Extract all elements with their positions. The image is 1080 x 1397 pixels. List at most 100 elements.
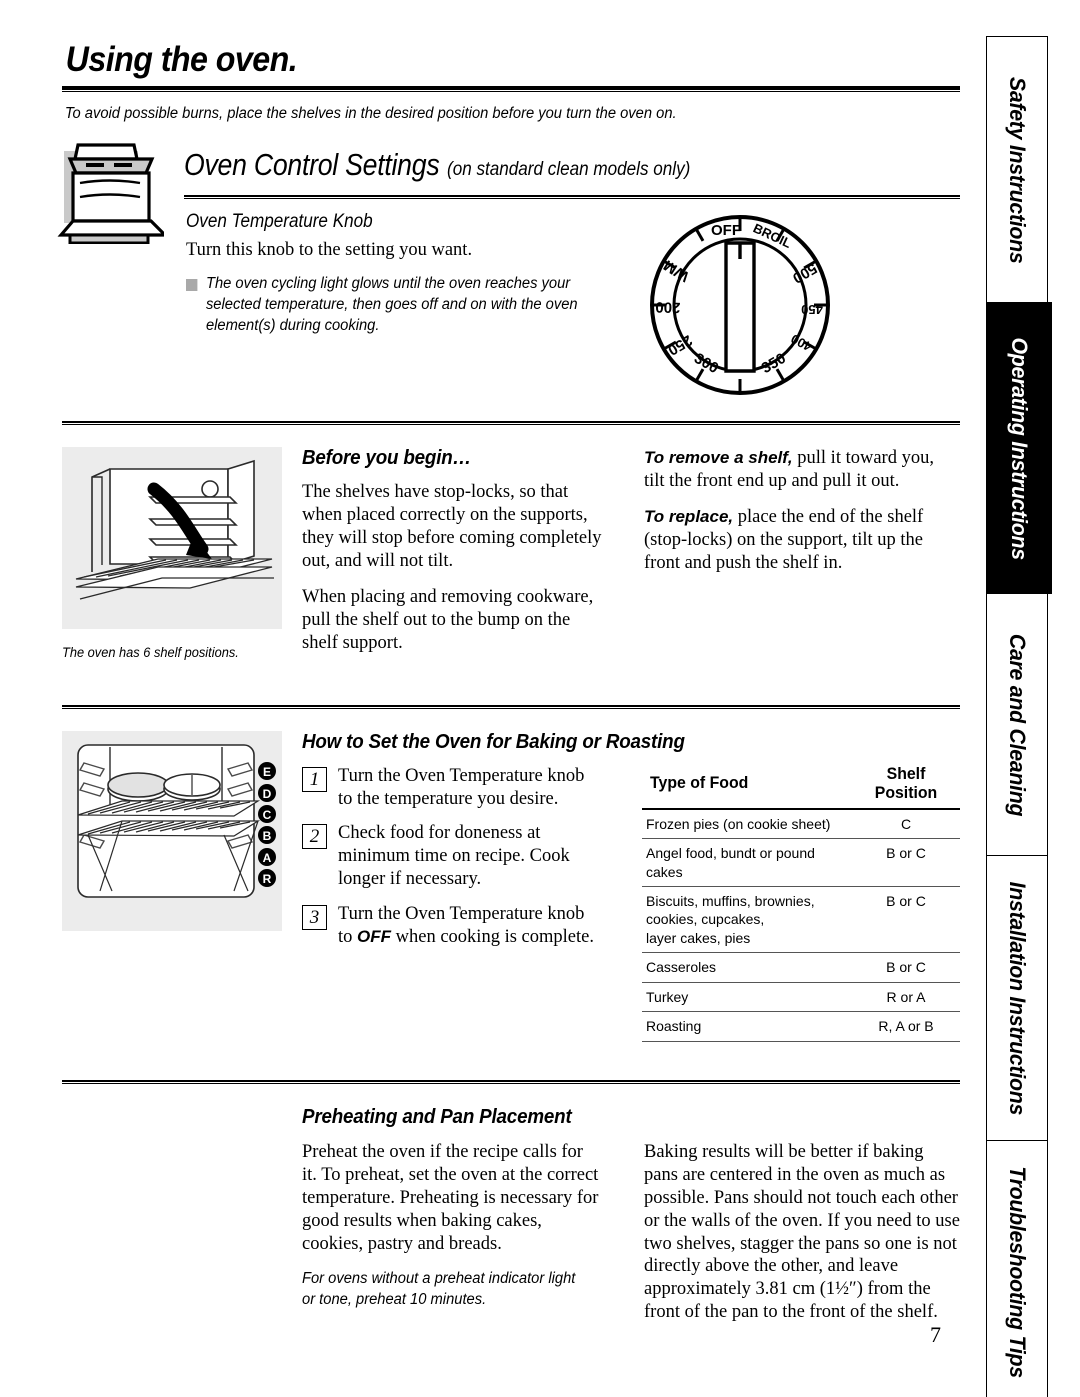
step-number: 3 (302, 905, 327, 931)
tab-operating-instructions[interactable]: Operating Instructions (986, 302, 1052, 595)
before-begin-left-column: Before you begin… The shelves have stop-… (302, 447, 602, 655)
step-number: 2 (302, 824, 327, 850)
pan-placement-para: Baking results will be better if baking … (644, 1141, 960, 1323)
baking-title: How to Set the Oven for Baking or Roasti… (302, 730, 685, 753)
cell-position: R or A (852, 982, 960, 1013)
tab-troubleshooting-tips[interactable]: Troubleshooting Tips (986, 1139, 1048, 1397)
step-number: 1 (302, 766, 327, 792)
divider-before-begin (62, 421, 960, 425)
tab-label: Operating Instructions (1007, 337, 1032, 560)
main-content: Using the oven. To avoid possible burns,… (57, 40, 960, 1325)
cell-position: R, A or B (852, 1011, 960, 1042)
tab-label: Safety Instructions (1005, 76, 1030, 264)
tab-safety-instructions[interactable]: Safety Instructions (986, 36, 1048, 304)
figure-caption: The oven has 6 shelf positions. (62, 645, 239, 660)
cell-position: C (852, 808, 960, 840)
page-number: 7 (930, 1322, 941, 1347)
replace-shelf-lead: To replace, (644, 506, 734, 526)
tab-installation-instructions[interactable]: Installation Instructions (986, 855, 1048, 1142)
baking-steps: 1 Turn the Oven Temperature knob to the … (302, 765, 600, 1042)
cell-position: B or C (852, 886, 960, 954)
preheating-left-column: Preheat the oven if the recipe calls for… (302, 1141, 602, 1325)
divider-before-preheating (62, 1079, 960, 1084)
step-text: Check food for doneness at minimum time … (338, 823, 570, 890)
knob-heading: Oven Temperature Knob (186, 211, 373, 232)
step-row: 3 Turn the Oven Temperature knob to OFF … (302, 903, 600, 949)
before-you-begin-title: Before you begin… (302, 447, 472, 469)
cell-food: Frozen pies (on cookie sheet) (642, 808, 852, 840)
section-header-rule (184, 195, 960, 199)
shelf-stoplock-figure: The oven has 6 shelf positions. (62, 447, 282, 660)
preheating-block: Preheating and Pan Placement Preheat the… (302, 1106, 960, 1325)
svg-text:C: C (263, 808, 272, 822)
section-header-text: Oven Control Settings (on standard clean… (184, 147, 717, 183)
tab-label: Installation Instructions (1005, 881, 1030, 1115)
shelf-positions-illustration: E D C B A R (62, 730, 282, 931)
step-text: Turn the Oven Temperature knob to OFF wh… (338, 903, 600, 949)
tab-label: Care and Cleaning (1005, 633, 1030, 817)
before-begin-para-1: The shelves have stop-locks, so that whe… (302, 482, 602, 571)
preheating-note-text: For ovens without a preheat indicator li… (302, 1270, 576, 1309)
knob-bullet-text: The oven cycling light glows until the o… (205, 275, 578, 334)
table-row: Roasting R, A or B (642, 1011, 960, 1042)
step-text: Turn the Oven Temperature knob to the te… (338, 765, 585, 809)
oven-temperature-knob-block: Oven Temperature Knob Turn this knob to … (62, 211, 960, 401)
step-bold-lead: OFF (357, 927, 392, 947)
preheating-right-column: Baking results will be better if baking … (644, 1141, 960, 1325)
lead-warning-note: To avoid possible burns, place the shelv… (64, 105, 677, 122)
tab-care-and-cleaning[interactable]: Care and Cleaning (986, 592, 1048, 857)
shelf-positions-figure: E D C B A R (62, 730, 282, 936)
title-divider (62, 86, 960, 92)
divider-before-baking (62, 704, 960, 709)
table-row: Casseroles B or C (642, 952, 960, 983)
shelf-position-table: Type of Food Shelf Position Frozen pies … (642, 764, 960, 1042)
header-shelf-position: Shelf Position (854, 764, 958, 810)
before-you-begin-block: The oven has 6 shelf positions. Before y… (62, 447, 960, 660)
svg-text:A: A (263, 851, 272, 865)
section-header-sub: (on standard clean models only) (446, 159, 691, 180)
tab-label: Troubleshooting Tips (1005, 1165, 1030, 1378)
remove-shelf-para: To remove a shelf, pull it toward you, t… (644, 447, 944, 493)
header-type-of-food: Type of Food (646, 764, 848, 810)
table-row: Biscuits, muffins, brownies, cookies, cu… (642, 886, 960, 954)
page-title: Using the oven. (65, 40, 298, 79)
cell-position: B or C (852, 952, 960, 983)
before-you-begin-columns: Before you begin… The shelves have stop-… (302, 447, 960, 655)
remove-shelf-lead: To remove a shelf, (644, 448, 793, 467)
table-row: Turkey R or A (642, 982, 960, 1013)
before-begin-para-2: When placing and removing cookware, pull… (302, 586, 594, 653)
knob-intro: Turn this knob to the setting you want. (186, 240, 473, 260)
knob-bullet-note: The oven cycling light glows until the o… (186, 274, 585, 336)
before-begin-right-column: To remove a shelf, pull it toward you, t… (644, 447, 944, 655)
svg-text:B: B (263, 829, 272, 843)
svg-text:E: E (263, 765, 271, 779)
step-row: 1 Turn the Oven Temperature knob to the … (302, 765, 600, 811)
replace-shelf-para: To replace, place the end of the shelf (… (644, 506, 944, 575)
svg-text:D: D (263, 787, 272, 801)
preheating-note: For ovens without a preheat indicator li… (302, 1269, 587, 1310)
knob-text-column: Oven Temperature Knob Turn this knob to … (62, 211, 578, 336)
preheating-para: Preheat the oven if the recipe calls for… (302, 1141, 599, 1254)
section-tabs: Safety Instructions Operating Instructio… (986, 36, 1052, 1397)
svg-text:R: R (263, 872, 272, 886)
table-header-row: Type of Food Shelf Position (642, 764, 960, 810)
cell-food: Biscuits, muffins, brownies, cookies, cu… (642, 886, 852, 954)
cell-food: Roasting (642, 1011, 852, 1042)
shelf-position-table-wrap: Type of Food Shelf Position Frozen pies … (642, 764, 960, 1042)
preheating-title: Preheating and Pan Placement (302, 1105, 572, 1128)
baking-roasting-block: E D C B A R How to Set the Oven for Baki… (62, 730, 960, 1042)
oven-control-settings-header: Oven Control Settings (on standard clean… (57, 143, 960, 244)
cell-food: Casseroles (642, 952, 852, 983)
cell-food: Angel food, bundt or pound cakes (642, 838, 852, 887)
table-row: Frozen pies (on cookie sheet) C (642, 808, 960, 840)
cell-food: Turkey (642, 982, 852, 1013)
shelf-stoplock-illustration (62, 447, 282, 629)
oven-temperature-dial[interactable]: OFF BROIL 500 450 400 350 300 250 200 WM (634, 205, 846, 405)
manual-page: Using the oven. To avoid possible burns,… (0, 0, 1080, 1397)
table-row: Angel food, bundt or pound cakes B or C (642, 838, 960, 887)
cell-position: B or C (852, 838, 960, 887)
section-header-main: Oven Control Settings (184, 147, 440, 182)
dial-label-200: 200 (655, 298, 681, 316)
step-suffix: when cooking is complete. (391, 927, 594, 948)
dial-label-off: OFF (711, 222, 741, 239)
